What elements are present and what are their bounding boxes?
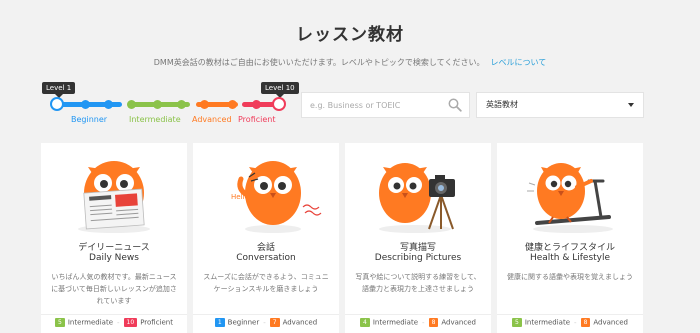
card-description: いちばん人気の教材です。最新ニュースに基づいて毎日新しいレッスンが追加されていま… xyxy=(51,273,177,305)
level-to-badge: 7 xyxy=(269,318,280,327)
level-label-proficient: Proficient xyxy=(238,115,276,124)
card-title-en: Describing Pictures xyxy=(374,253,462,263)
page-subtitle: DMM英会話の教材はご自由にお使いいただけます。レベルやトピックで検索してくださ… xyxy=(0,57,700,68)
level-dot-7[interactable] xyxy=(200,100,209,109)
level-from-badge: 1 xyxy=(214,318,225,327)
subtitle-text: DMM英会話の教材はご自由にお使いいただけます。レベルやトピックで検索してくださ… xyxy=(153,58,485,67)
material-card-daily-news[interactable]: デイリーニュース Daily News いちばん人気の教材です。最新ニュースに基… xyxy=(41,143,187,333)
card-divider xyxy=(345,314,491,315)
card-title-ja: 会話 xyxy=(256,243,275,253)
range-separator: - xyxy=(422,318,425,327)
page-title: レッスン教材 xyxy=(296,25,404,45)
level-dot-3[interactable] xyxy=(104,100,113,109)
level-from-label: Intermediate xyxy=(372,318,419,327)
card-description: 写真や絵について説明する練習をして、語彙力と表現力を上達させましょう xyxy=(355,273,481,293)
card-level-range: 1 Beginner -7 Advanced xyxy=(193,318,339,327)
card-title-en: Conversation xyxy=(236,253,296,263)
level-max-badge: Level 10 xyxy=(261,82,299,98)
level-from-label: Beginner xyxy=(227,318,260,327)
level-label-intermediate: Intermediate xyxy=(129,115,181,124)
level-dot-4[interactable] xyxy=(127,100,136,109)
level-info-link[interactable]: レベルについて xyxy=(490,58,546,67)
level-from-badge: 5 xyxy=(512,318,522,327)
material-card-conversation[interactable]: Hello! 会話 Conversation スムーズに会話ができるよう、コミュ… xyxy=(193,143,339,333)
card-title-en: Health & Lifestyle xyxy=(529,253,611,263)
level-from-badge: 4 xyxy=(360,318,370,327)
owl-reading-newspaper-illustration xyxy=(78,161,150,233)
card-divider xyxy=(41,314,187,315)
level-to-label: Advanced xyxy=(593,318,628,327)
chevron-down-icon xyxy=(628,103,634,107)
level-to-label: Advanced xyxy=(282,318,318,327)
level-label-advanced: Advanced xyxy=(192,115,232,124)
search-box xyxy=(301,92,470,118)
owl-with-camera-illustration xyxy=(379,163,455,233)
owl-saying-hello-illustration: Hello! xyxy=(231,161,322,233)
level-max-handle[interactable] xyxy=(272,97,286,111)
level-dot-5[interactable] xyxy=(153,100,162,109)
level-min-handle[interactable] xyxy=(50,97,64,111)
search-input[interactable] xyxy=(302,93,442,117)
level-from-badge: 5 xyxy=(55,318,65,327)
owl-on-treadmill-illustration xyxy=(527,163,613,233)
level-to-badge: 8 xyxy=(428,318,439,327)
card-level-range: 5 Intermediate -10 Proficient xyxy=(41,318,187,327)
card-description: スムーズに会話ができるよう、コミュニケーションスキルを磨きましょう xyxy=(203,273,329,293)
level-min-badge: Level 1 xyxy=(42,82,76,98)
material-card-describing-pictures[interactable]: 写真描写 Describing Pictures 写真や絵について説明する練習を… xyxy=(345,143,491,333)
level-dot-2[interactable] xyxy=(81,100,90,109)
search-icon[interactable] xyxy=(448,98,462,112)
card-title-ja: 健康とライフスタイル xyxy=(524,243,615,253)
level-label-beginner: Beginner xyxy=(71,115,108,124)
material-card-health-lifestyle[interactable]: 健康とライフスタイル Health & Lifestyle 健康に関する語彙や表… xyxy=(497,143,643,333)
card-divider xyxy=(193,314,339,315)
category-select[interactable]: 英語教材 xyxy=(476,92,644,118)
level-to-badge: 10 xyxy=(123,318,138,327)
level-from-label: Intermediate xyxy=(524,318,571,327)
range-separator: - xyxy=(263,318,266,327)
hello-text: Hello! xyxy=(231,193,252,201)
card-description: 健康に関する語彙や表現を覚えましょう xyxy=(507,273,633,281)
level-from-label: Intermediate xyxy=(67,318,114,327)
level-dot-8[interactable] xyxy=(228,100,237,109)
level-slider[interactable]: Level 1 Level 10 Beginner Intermediate A… xyxy=(42,80,302,130)
level-to-label: Proficient xyxy=(140,318,173,327)
range-separator: - xyxy=(574,318,577,327)
card-level-range: 4 Intermediate -8 Advanced xyxy=(345,318,491,327)
level-to-badge: 8 xyxy=(580,318,591,327)
card-title-ja: デイリーニュース xyxy=(78,243,150,253)
card-title-ja: 写真描写 xyxy=(399,243,436,253)
card-level-range: 5 Intermediate -8 Advanced xyxy=(497,318,643,327)
level-dot-9[interactable] xyxy=(252,100,261,109)
card-title-en: Daily News xyxy=(89,253,139,263)
category-select-value: 英語教材 xyxy=(486,100,518,109)
card-divider xyxy=(497,314,643,315)
range-separator: - xyxy=(117,318,120,327)
level-to-label: Advanced xyxy=(441,318,476,327)
level-dot-6[interactable] xyxy=(177,100,186,109)
